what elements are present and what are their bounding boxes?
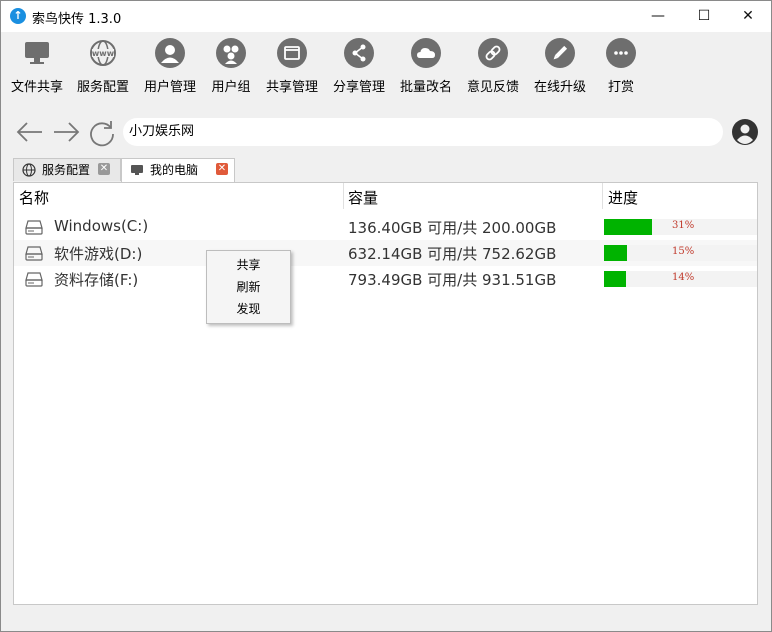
toolbar-label: 批量改名 bbox=[399, 80, 452, 95]
tab-my-computer[interactable]: 我的电脑 ✕ bbox=[121, 158, 235, 183]
drive-capacity: 136.40GB 可用/共 200.00GB bbox=[348, 219, 557, 237]
close-button[interactable]: ✕ bbox=[725, 1, 771, 32]
toolbar-batch-rename-button[interactable]: 批量改名 bbox=[393, 38, 459, 95]
globe-icon bbox=[22, 163, 36, 177]
share-icon bbox=[344, 38, 374, 68]
window-title: 索鸟快传 1.3.0 bbox=[32, 12, 122, 27]
table-row[interactable]: 软件游戏(D:) 632.14GB 可用/共 752.62GB 15% bbox=[14, 240, 757, 266]
drive-name: Windows(C:) bbox=[54, 217, 149, 235]
main-toolbar: 文件共享 www 服务配置 用户管理 用户组 共享管理 分享管理 批量改名 意见… bbox=[1, 32, 771, 100]
drive-list-panel: 名称 容量 进度 Windows(C:) 136.40GB 可用/共 200.0… bbox=[13, 182, 758, 605]
toolbar-label: 用户组 bbox=[211, 80, 251, 95]
drive-icon bbox=[25, 272, 43, 287]
column-header-capacity[interactable]: 容量 bbox=[348, 187, 378, 208]
tab-close-button[interactable]: ✕ bbox=[216, 163, 228, 175]
tab-label: 服务配置 bbox=[42, 163, 91, 177]
monitor-icon bbox=[131, 165, 143, 175]
column-header-name[interactable]: 名称 bbox=[19, 187, 49, 208]
toolbar-label: 打赏 bbox=[607, 80, 634, 95]
context-menu-item-refresh[interactable]: 刷新 bbox=[207, 277, 290, 297]
drive-capacity: 793.49GB 可用/共 931.51GB bbox=[348, 271, 557, 289]
chat-icon bbox=[606, 38, 636, 68]
context-menu-item-discover[interactable]: 发现 bbox=[207, 299, 290, 319]
back-button[interactable] bbox=[15, 117, 45, 147]
maximize-button[interactable]: ☐ bbox=[681, 1, 727, 32]
account-icon bbox=[732, 119, 758, 145]
navigation-bar bbox=[1, 111, 771, 155]
address-input[interactable] bbox=[123, 118, 723, 146]
context-menu: 共享 刷新 发现 bbox=[206, 250, 291, 324]
link-icon bbox=[478, 38, 508, 68]
table-row[interactable]: 资料存储(F:) 793.49GB 可用/共 931.51GB 14% bbox=[14, 266, 757, 292]
toolbar-label: 意见反馈 bbox=[466, 80, 519, 95]
arrow-left-icon bbox=[16, 122, 42, 142]
toolbar-online-upgrade-button[interactable]: 在线升级 bbox=[527, 38, 593, 95]
minimize-button[interactable]: — bbox=[635, 1, 681, 32]
arrow-right-icon bbox=[54, 122, 80, 142]
toolbar-label: 用户管理 bbox=[143, 80, 196, 95]
toolbar-service-config-button[interactable]: www 服务配置 bbox=[70, 38, 136, 95]
usage-bar-fill bbox=[604, 245, 627, 261]
drive-name: 资料存储(F:) bbox=[54, 271, 139, 289]
usage-bar-fill bbox=[604, 271, 626, 287]
www-globe-icon: www bbox=[88, 38, 118, 68]
drive-name: 软件游戏(D:) bbox=[54, 245, 143, 263]
toolbar-label: 共享管理 bbox=[265, 80, 318, 95]
folder-icon bbox=[277, 38, 307, 68]
toolbar-donate-button[interactable]: 打赏 bbox=[588, 38, 654, 95]
column-header-progress[interactable]: 进度 bbox=[608, 187, 638, 208]
toolbar-share-link-manage-button[interactable]: 分享管理 bbox=[326, 38, 392, 95]
toolbar-user-manage-button[interactable]: 用户管理 bbox=[137, 38, 203, 95]
table-row[interactable]: Windows(C:) 136.40GB 可用/共 200.00GB 31% bbox=[14, 214, 757, 240]
title-bar: ↑ 索鸟快传 1.3.0 — ☐ ✕ bbox=[1, 1, 771, 32]
toolbar-label: 在线升级 bbox=[533, 80, 586, 95]
column-separator[interactable] bbox=[602, 183, 603, 209]
table-header: 名称 容量 进度 bbox=[14, 183, 757, 209]
pencil-icon bbox=[545, 38, 575, 68]
app-window: ↑ 索鸟快传 1.3.0 — ☐ ✕ 文件共享 www 服务配置 用户管理 用户… bbox=[0, 0, 772, 632]
avatar-button[interactable] bbox=[732, 119, 758, 145]
toolbar-share-manage-button[interactable]: 共享管理 bbox=[259, 38, 325, 95]
tab-label: 我的电脑 bbox=[150, 163, 199, 177]
cloud-icon bbox=[411, 38, 441, 68]
usage-percent: 14% bbox=[672, 272, 695, 283]
forward-button[interactable] bbox=[51, 117, 81, 147]
toolbar-label: 服务配置 bbox=[76, 80, 129, 95]
usage-bar-fill bbox=[604, 219, 652, 235]
user-icon bbox=[155, 38, 185, 68]
toolbar-user-group-button[interactable]: 用户组 bbox=[198, 38, 264, 95]
tab-service-config[interactable]: 服务配置 ✕ bbox=[13, 158, 121, 181]
usage-percent: 15% bbox=[672, 246, 695, 257]
column-separator[interactable] bbox=[343, 183, 344, 209]
upload-arrow-icon: ↑ bbox=[10, 8, 26, 24]
drive-capacity: 632.14GB 可用/共 752.62GB bbox=[348, 245, 557, 263]
toolbar-label: 分享管理 bbox=[332, 80, 385, 95]
user-group-icon bbox=[216, 38, 246, 68]
toolbar-file-share-button[interactable]: 文件共享 bbox=[4, 38, 70, 95]
context-menu-item-share[interactable]: 共享 bbox=[207, 255, 290, 275]
monitor-icon bbox=[22, 38, 52, 68]
usage-percent: 31% bbox=[672, 220, 695, 231]
tab-close-button[interactable]: ✕ bbox=[98, 163, 110, 175]
drive-icon bbox=[25, 220, 43, 235]
toolbar-feedback-button[interactable]: 意见反馈 bbox=[460, 38, 526, 95]
refresh-button[interactable] bbox=[87, 117, 117, 147]
refresh-icon bbox=[90, 121, 114, 147]
drive-icon bbox=[25, 246, 43, 261]
toolbar-label: 文件共享 bbox=[10, 80, 63, 95]
svg-text:www: www bbox=[92, 49, 115, 58]
